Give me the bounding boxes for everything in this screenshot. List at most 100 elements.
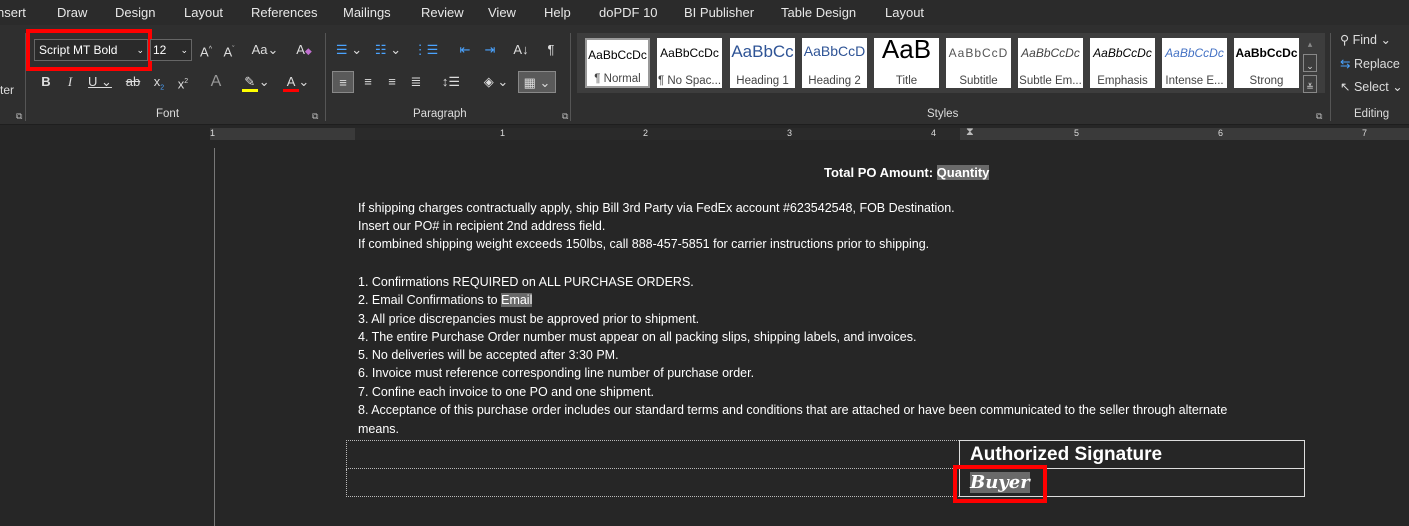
style-title[interactable]: AaB Title [874,38,939,88]
email-field[interactable]: Email [501,293,533,307]
ruler-tick: 4 [931,128,937,138]
ribbon-tabs: nsert Draw Design Layout References Mail… [0,0,1409,25]
shipping-line: If combined shipping weight exceeds 150l… [358,237,930,251]
numbering-icon[interactable]: ☷ ⌄ [372,39,404,61]
terms-item: 2. Email Confirmations to Email [358,293,533,307]
change-case-icon[interactable]: Aa⌄ [250,39,280,61]
line-spacing-icon[interactable]: ↕☰ [435,71,467,93]
tab-view[interactable]: View [488,5,516,20]
style-subtle-emphasis[interactable]: AaBbCcDc Subtle Em... [1018,38,1083,88]
replace-button[interactable]: ⇆ Replace [1340,56,1400,71]
tab-insert[interactable]: nsert [0,5,26,20]
terms-item: 7. Confine each invoice to one PO and on… [358,385,655,399]
terms-item: means. [358,422,399,436]
ruler-tick: 3 [787,128,793,138]
highlight-box [953,465,1047,503]
shrink-font-icon[interactable]: Aˇ [220,39,238,61]
tab-design[interactable]: Design [115,5,155,20]
tab-table-design[interactable]: Table Design [781,5,856,20]
shipping-line: Insert our PO# in recipient 2nd address … [358,219,606,233]
font-size-value: 12 [153,43,167,57]
ruler-tick: 2 [643,128,649,138]
style-strong[interactable]: AaBbCcDc Strong [1234,38,1299,88]
tab-table-layout[interactable]: Layout [885,5,924,20]
font-dialog-launcher-icon[interactable]: ⧉ [312,111,318,122]
styles-dialog-launcher-icon[interactable]: ⧉ [1316,111,1322,122]
style-subtitle[interactable]: AaBbCcD Subtitle [946,38,1011,88]
terms-item: 1. Confirmations REQUIRED on ALL PURCHAS… [358,275,694,289]
tab-review[interactable]: Review [421,5,464,20]
editing-group-label: Editing [1354,108,1390,120]
style-heading-2[interactable]: AaBbCcD Heading 2 [802,38,867,88]
show-formatting-icon[interactable]: ¶ [542,39,560,61]
tab-help[interactable]: Help [544,5,571,20]
clear-formatting-icon[interactable]: A◆ [295,39,313,61]
strikethrough-icon[interactable]: ab [124,71,142,93]
style-no-spacing[interactable]: AaBbCcDc ¶ No Spac... [657,38,722,88]
ribbon: ter ⧉ Script MT Bold ⌄ 12 ⌄ A^ Aˇ Aa⌄ A◆ B… [0,25,1409,125]
grow-font-icon[interactable]: A^ [197,39,215,61]
clipboard-cut-label: ter [0,83,15,97]
page-edge [214,148,215,526]
style-intense-emphasis[interactable]: AaBbCcDc Intense E... [1162,38,1227,88]
replace-icon: ⇆ [1340,57,1351,71]
dialog-launcher-icon[interactable]: ⧉ [16,111,22,122]
shipping-line: If shipping charges contractually apply,… [358,201,955,215]
paragraph-group-label: Paragraph [413,108,467,120]
tab-draw[interactable]: Draw [57,5,87,20]
tab-layout[interactable]: Layout [184,5,223,20]
ruler-tick: 1 [500,128,506,138]
styles-group-label: Styles [927,108,959,120]
find-button[interactable]: ⚲ Find ⌄ [1340,32,1391,47]
italic-icon[interactable]: I [62,71,78,93]
font-color-icon[interactable]: A ⌄ [281,71,315,93]
signature-table: Authorized Signature Buyer [346,440,1305,497]
search-icon: ⚲ [1340,33,1350,47]
sort-icon[interactable]: A↓ [510,39,532,61]
quantity-field[interactable]: Quantity [936,165,990,180]
styles-scroll-down-icon[interactable]: ⌄ [1303,54,1317,72]
highlight-color-icon[interactable]: ✎ ⌄ [240,71,274,93]
indent-marker-icon[interactable]: ⧗ [966,126,974,139]
font-name-value: Script MT Bold [39,43,118,57]
terms-item: 6. Invoice must reference corresponding … [358,366,755,380]
terms-item: 8. Acceptance of this purchase order inc… [358,403,1228,417]
style-heading-1[interactable]: AaBbCc Heading 1 [730,38,795,88]
font-group-label: Font [156,108,180,120]
tab-mailings[interactable]: Mailings [343,5,391,20]
font-size-dropdown[interactable]: 12 ⌄ [150,39,192,61]
align-left-icon[interactable]: ≡ [332,71,354,93]
style-emphasis[interactable]: AaBbCcDc Emphasis [1090,38,1155,88]
terms-item: 4. The entire Purchase Order number must… [358,330,917,344]
tab-bi-publisher[interactable]: BI Publisher [684,5,754,20]
text-effects-icon[interactable]: A [203,71,229,93]
decrease-indent-icon[interactable]: ⇤ [455,39,475,61]
bullets-icon[interactable]: ☰ ⌄ [333,39,365,61]
ruler-tick: 5 [1074,128,1080,138]
font-name-dropdown[interactable]: Script MT Bold ⌄ [34,39,148,61]
tab-references[interactable]: References [251,5,317,20]
justify-icon[interactable]: ≣ [406,71,426,93]
align-center-icon[interactable]: ≡ [358,71,378,93]
superscript-icon[interactable]: x2 [174,71,192,93]
tab-dopdf[interactable]: doPDF 10 [599,5,658,20]
styles-more-icon[interactable]: ≚ [1303,75,1317,93]
ruler-tick: 7 [1362,128,1368,138]
borders-icon[interactable]: ▦ ⌄ [518,71,556,93]
subscript-icon[interactable]: x2 [150,71,168,93]
bold-icon[interactable]: B [38,71,54,93]
shading-icon[interactable]: ◈ ⌄ [480,71,512,93]
total-po-amount: Total PO Amount: Quantity [824,165,990,180]
table-cell[interactable] [346,468,960,497]
underline-icon[interactable]: U ⌄ [86,71,114,93]
align-right-icon[interactable]: ≡ [382,71,402,93]
ruler-tick: 6 [1218,128,1224,138]
multilevel-list-icon[interactable]: ⋮☰ [410,39,442,61]
table-cell[interactable] [346,440,960,469]
styles-scroll-up-icon[interactable]: ▴ [1303,33,1317,51]
horizontal-ruler[interactable]: 1 1 2 3 4 5 6 7 ⧗ [210,126,1409,140]
increase-indent-icon[interactable]: ⇥ [480,39,500,61]
paragraph-dialog-launcher-icon[interactable]: ⧉ [562,111,568,122]
select-button[interactable]: ↖ Select ⌄ [1340,79,1403,94]
style-normal[interactable]: AaBbCcDc ¶ Normal [585,38,650,88]
